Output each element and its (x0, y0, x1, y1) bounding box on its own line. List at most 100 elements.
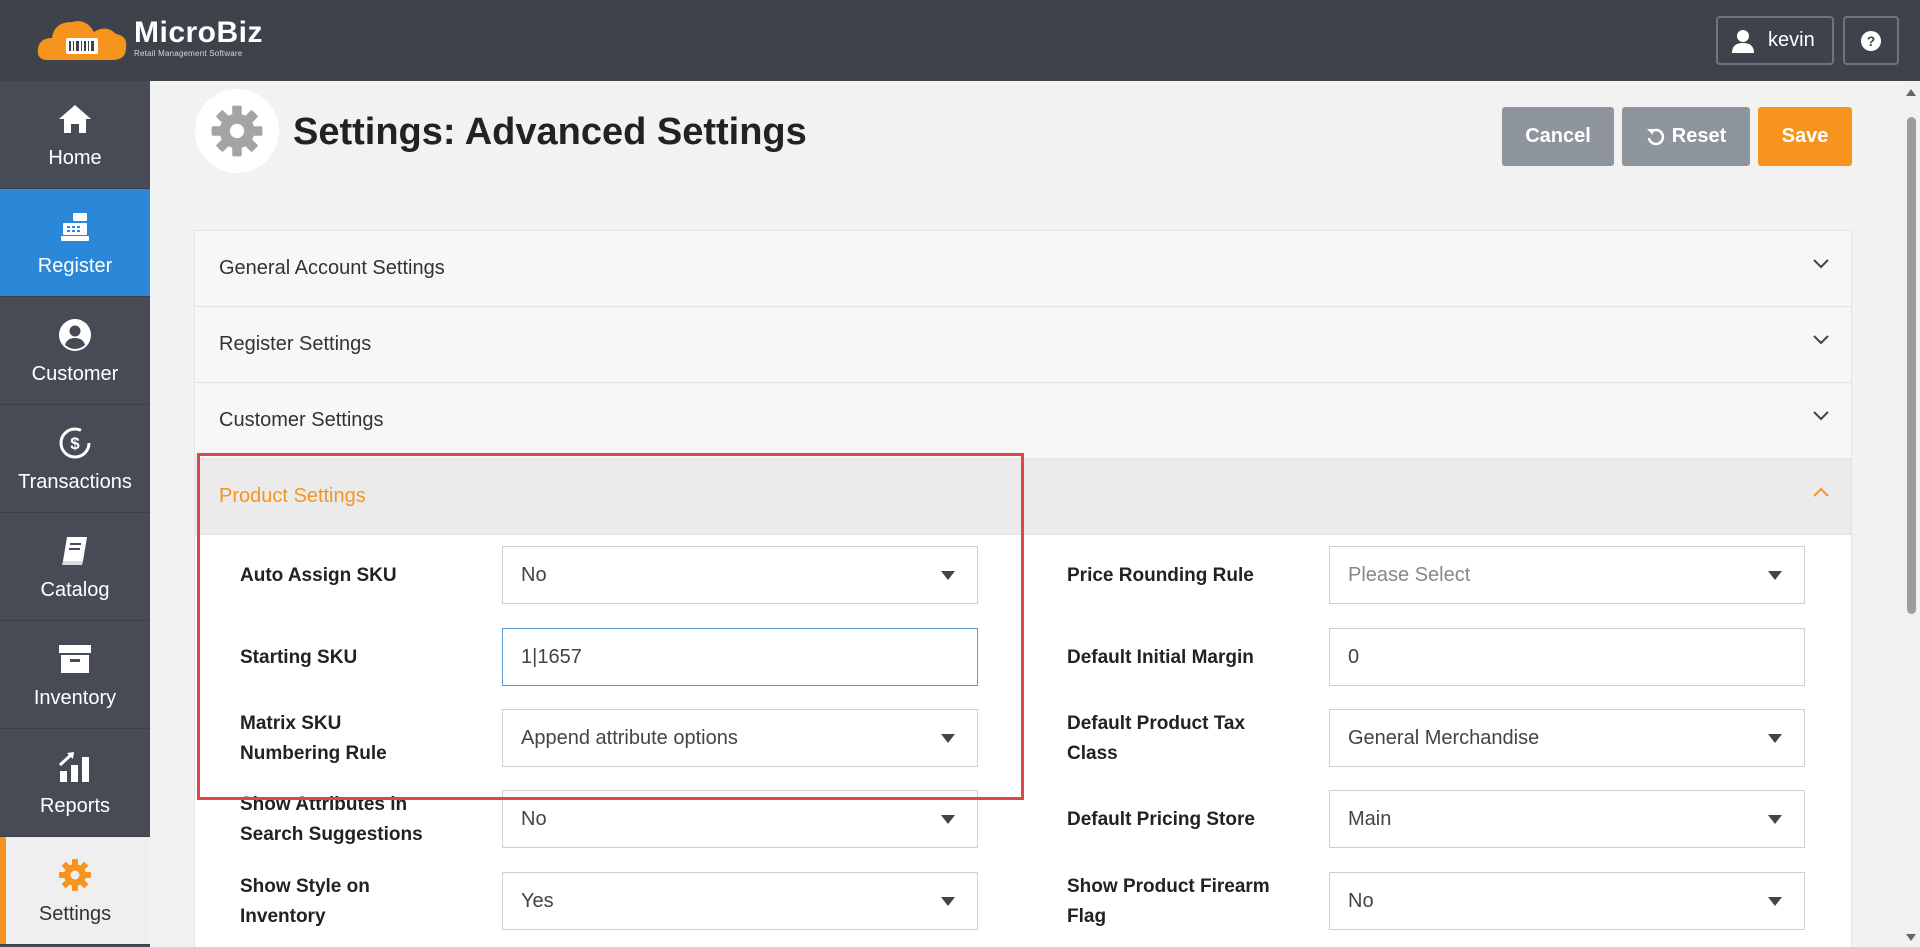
select-value: No (1348, 889, 1374, 912)
dollar-cycle-icon: $ (55, 423, 95, 463)
section-title: Product Settings (219, 485, 366, 507)
matrix-sku-numbering-rule-label: Matrix SKU Numbering Rule (240, 713, 387, 764)
book-icon (55, 531, 95, 571)
sidebar-item-customer[interactable]: Customer (0, 297, 150, 405)
home-icon (55, 99, 95, 139)
sidebar-item-label: Register (37, 255, 113, 277)
sidebar-item-label: Reports (39, 795, 111, 817)
caret-down-icon (941, 897, 955, 906)
sidebar-item-register[interactable]: Register (0, 189, 150, 297)
cloud-barcode-icon (36, 14, 128, 62)
chevron-down-icon (1813, 259, 1829, 269)
select-value: No (521, 807, 547, 830)
question-circle-icon: ? (1861, 30, 1881, 51)
scroll-thumb[interactable] (1907, 117, 1916, 614)
reset-button[interactable]: Reset (1622, 107, 1750, 166)
show-product-firearm-flag-select[interactable]: No (1329, 872, 1805, 930)
caret-down-icon (941, 571, 955, 580)
sidebar-item-label: Transactions (18, 471, 132, 493)
brand-tagline: Retail Management Software (134, 49, 243, 58)
scroll-down-arrow-icon[interactable] (1906, 934, 1916, 941)
user-icon (1732, 29, 1754, 53)
section-register-settings[interactable]: Register Settings (195, 307, 1851, 383)
archive-box-icon (55, 639, 95, 679)
section-title: Customer Settings (219, 409, 384, 431)
save-button[interactable]: Save (1758, 107, 1852, 166)
default-initial-margin-label: Default Initial Margin (1067, 647, 1254, 668)
main-content: Settings: Advanced Settings Cancel Reset… (150, 81, 1902, 947)
price-rounding-rule-select[interactable]: Please Select (1329, 546, 1805, 604)
caret-down-icon (1768, 734, 1782, 743)
sidebar-item-label: Customer (31, 363, 119, 385)
price-rounding-rule-label: Price Rounding Rule (1067, 565, 1254, 586)
section-customer-settings[interactable]: Customer Settings (195, 383, 1851, 459)
undo-icon (1646, 128, 1664, 145)
page-scrollbar[interactable] (1902, 81, 1920, 947)
sidebar-item-transactions[interactable]: $ Transactions (0, 405, 150, 513)
gear-icon (55, 855, 95, 895)
section-title: General Account Settings (219, 257, 445, 279)
show-style-on-inventory-label: Show Style on Inventory (240, 876, 370, 927)
user-menu-button[interactable]: kevin (1716, 16, 1834, 65)
caret-down-icon (1768, 815, 1782, 824)
caret-down-icon (941, 815, 955, 824)
caret-down-icon (941, 734, 955, 743)
sidebar-item-settings[interactable]: Settings (0, 837, 150, 945)
sidebar-nav: Home Register Customer $ Transactions Ca… (0, 81, 150, 947)
default-initial-margin-input[interactable]: 0 (1329, 628, 1805, 686)
sidebar-item-label: Inventory (33, 687, 117, 709)
select-value: No (521, 563, 547, 586)
sidebar-item-inventory[interactable]: Inventory (0, 621, 150, 729)
page-title: Settings: Advanced Settings (293, 111, 807, 153)
select-value: Yes (521, 889, 554, 912)
starting-sku-input[interactable]: 1|1657 (502, 628, 978, 686)
scroll-up-arrow-icon[interactable] (1906, 89, 1916, 96)
section-title: Register Settings (219, 333, 372, 355)
top-bar: MicroBiz Retail Management Software kevi… (0, 0, 1920, 81)
gear-icon (211, 105, 263, 157)
help-button[interactable]: ? (1843, 16, 1899, 65)
microbiz-logo[interactable]: MicroBiz Retail Management Software (36, 14, 263, 62)
auto-assign-sku-label: Auto Assign SKU (240, 565, 397, 586)
caret-down-icon (1768, 897, 1782, 906)
section-general-account-settings[interactable]: General Account Settings (195, 231, 1851, 307)
caret-down-icon (1768, 571, 1782, 580)
user-circle-icon (55, 315, 95, 355)
default-pricing-store-label: Default Pricing Store (1067, 809, 1255, 830)
default-pricing-store-select[interactable]: Main (1329, 790, 1805, 848)
brand-name: MicroBiz (134, 16, 264, 49)
show-style-on-inventory-select[interactable]: Yes (502, 872, 978, 930)
svg-text:$: $ (70, 434, 80, 453)
sidebar-item-reports[interactable]: Reports (0, 729, 150, 837)
auto-assign-sku-select[interactable]: No (502, 546, 978, 604)
select-value: Append attribute options (521, 726, 738, 749)
sidebar-item-home[interactable]: Home (0, 81, 150, 189)
cash-register-icon (55, 207, 95, 247)
show-product-firearm-flag-label: Show Product Firearm Flag (1067, 876, 1270, 927)
sidebar-item-catalog[interactable]: Catalog (0, 513, 150, 621)
chart-growth-icon (55, 747, 95, 787)
starting-sku-label: Starting SKU (240, 647, 358, 668)
svg-text:?: ? (1867, 33, 1876, 49)
cancel-button[interactable]: Cancel (1502, 107, 1614, 166)
default-product-tax-class-label: Default Product Tax Class (1067, 713, 1246, 764)
sidebar-item-label: Settings (38, 903, 112, 925)
settings-header-icon (195, 89, 279, 173)
user-name: kevin (1768, 29, 1815, 51)
chevron-down-icon (1813, 411, 1829, 421)
matrix-sku-numbering-rule-select[interactable]: Append attribute options (502, 709, 978, 767)
chevron-up-icon (1813, 487, 1829, 497)
show-attributes-in-search-suggestions-label: Show Attributes in Search Suggestions (240, 794, 423, 845)
reset-button-label: Reset (1671, 125, 1727, 147)
chevron-down-icon (1813, 335, 1829, 345)
sidebar-item-label: Home (48, 147, 102, 169)
settings-accordion: General Account Settings Register Settin… (194, 230, 1852, 947)
sidebar-item-label: Catalog (40, 579, 110, 601)
select-placeholder: Please Select (1348, 563, 1471, 586)
input-value: 0 (1348, 645, 1360, 668)
section-product-settings[interactable]: Product Settings (195, 459, 1851, 535)
default-product-tax-class-select[interactable]: General Merchandise (1329, 709, 1805, 767)
select-value: General Merchandise (1348, 726, 1540, 749)
show-attributes-in-search-suggestions-select[interactable]: No (502, 790, 978, 848)
select-value: Main (1348, 807, 1392, 830)
